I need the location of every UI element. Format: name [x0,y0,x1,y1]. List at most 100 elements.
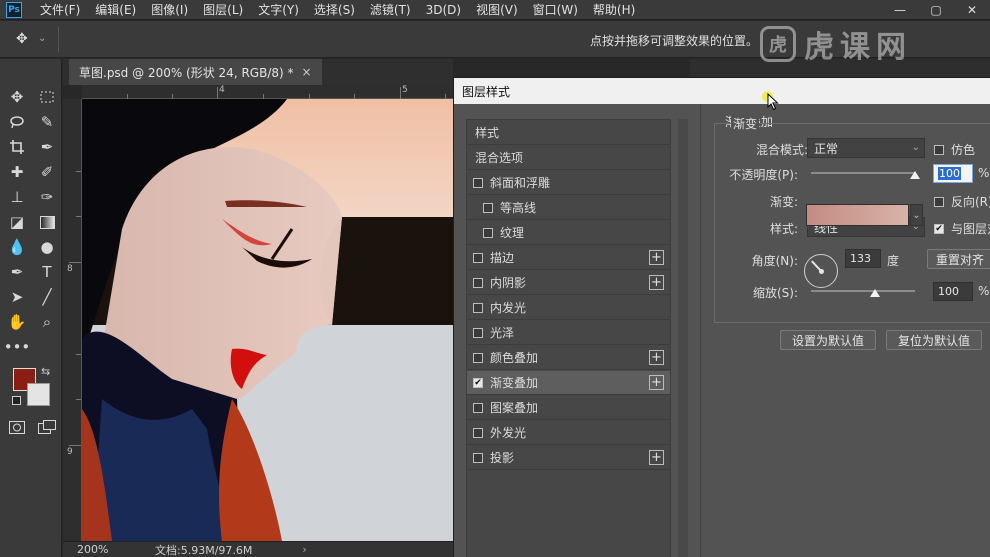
swap-colors-icon[interactable]: ⇆ [41,365,50,378]
align-checkbox[interactable]: ✔ [934,223,944,234]
style-checkbox[interactable] [473,427,483,438]
style-item[interactable]: 等高线 [467,196,670,220]
path-selection-tool-icon[interactable]: ➤ [6,286,28,308]
menu-select[interactable]: 选择(S) [314,1,355,18]
move-tool-icon[interactable]: ✥ [6,86,28,108]
gradient-tool-icon[interactable] [36,211,58,233]
menu-image[interactable]: 图像(I) [151,1,188,18]
document-tab[interactable]: 草图.psd @ 200% (形状 24, RGB/8) * × [69,59,322,85]
close-window-button[interactable]: ✕ [954,0,990,20]
chevron-right-icon[interactable]: › [302,543,306,556]
more-tools-icon[interactable]: ••• [4,336,31,358]
style-item[interactable]: 外发光 [467,421,670,445]
style-checkbox[interactable] [473,452,483,463]
scale-input[interactable]: 100 [933,282,973,301]
menu-filter[interactable]: 滤镜(T) [370,1,411,18]
style-list-scrollbar[interactable] [678,119,688,557]
pen-tool-icon[interactable]: ✒ [6,261,28,283]
line-tool-icon[interactable]: ╱ [36,286,58,308]
chevron-down-icon[interactable]: ⌄ [38,33,46,44]
hand-tool-icon[interactable]: ✋ [6,311,28,333]
magic-wand-tool-icon[interactable]: ✎ [36,111,58,133]
dialog-titlebar[interactable]: 图层样式 [454,78,990,104]
style-item[interactable]: 投影 + [467,446,670,470]
crop-tool-icon[interactable] [6,136,28,158]
style-item[interactable]: 描边 + [467,246,670,270]
opacity-slider[interactable] [811,172,915,174]
scale-slider[interactable] [811,290,915,292]
style-checkbox[interactable] [483,227,493,238]
gradient-swatch[interactable] [806,204,909,226]
zoom-level[interactable]: 200% [77,543,133,556]
style-checkbox[interactable] [473,352,483,363]
style-checkbox[interactable] [473,302,483,313]
style-item[interactable]: 纹理 [467,221,670,245]
blur-tool-icon[interactable]: 💧 [6,236,28,258]
style-checkbox[interactable] [473,252,483,263]
lasso-tool-icon[interactable] [6,111,28,133]
dodge-tool-icon[interactable]: ● [36,236,58,258]
add-style-plus-icon[interactable]: + [649,250,664,265]
eraser-tool-icon[interactable]: ◪ [6,211,28,233]
menu-3d[interactable]: 3D(D) [426,3,461,17]
style-item[interactable]: 颜色叠加 + [467,346,670,370]
style-item[interactable]: 图案叠加 [467,396,670,420]
style-item[interactable]: 内阴影 + [467,271,670,295]
style-checkbox[interactable]: ✔ [473,377,483,388]
style-checkbox[interactable] [473,177,483,188]
style-item[interactable]: 混合选项 [467,146,670,170]
angle-dial[interactable] [804,254,838,288]
eyedropper-tool-icon[interactable]: ✒ [36,136,58,158]
reset-align-button[interactable]: 重置对齐 [927,249,990,269]
minimize-button[interactable]: — [882,0,918,20]
menu-type[interactable]: 文字(Y) [258,1,299,18]
marquee-tool-icon[interactable] [36,86,58,108]
reverse-checkbox[interactable] [934,196,944,207]
brush-tool-icon[interactable]: ✐ [36,161,58,183]
dither-checkbox[interactable] [934,144,944,155]
style-item[interactable]: 样式 [467,121,670,145]
add-style-plus-icon[interactable]: + [649,450,664,465]
screen-mode-icon[interactable] [36,416,58,438]
menu-view[interactable]: 视图(V) [476,1,518,18]
make-default-button[interactable]: 设置为默认值 [780,330,876,350]
history-brush-tool-icon[interactable]: ✑ [36,186,58,208]
menu-file[interactable]: 文件(F) [40,1,80,18]
menu-window[interactable]: 窗口(W) [533,1,578,18]
style-item[interactable]: 斜面和浮雕 [467,171,670,195]
add-style-plus-icon[interactable]: + [649,375,664,390]
maximize-button[interactable]: ▢ [918,0,954,20]
type-tool-icon[interactable]: T [36,261,58,283]
default-colors-icon[interactable] [12,396,21,405]
background-color-swatch[interactable] [27,383,50,406]
menu-edit[interactable]: 编辑(E) [95,1,136,18]
quick-mask-icon[interactable] [6,416,28,438]
blend-mode-select[interactable]: 正常 ⌄ [807,138,925,158]
move-tool-preset-icon[interactable]: ✥ [16,31,28,47]
zoom-tool-icon[interactable]: ⌕ [36,311,58,333]
style-checkbox[interactable] [483,202,493,213]
angle-input[interactable]: 133 [845,249,881,268]
opacity-slider-thumb[interactable] [910,171,920,179]
style-item[interactable]: 内发光 [467,296,670,320]
add-style-plus-icon[interactable]: + [649,350,664,365]
reset-default-button[interactable]: 复位为默认值 [886,330,982,350]
style-item[interactable]: ✔ 渐变叠加 + [467,371,670,395]
align-with-layer-option[interactable]: ✔ 与图层对 [934,220,990,237]
healing-brush-tool-icon[interactable]: ✚ [6,161,28,183]
add-style-plus-icon[interactable]: + [649,275,664,290]
style-checkbox[interactable] [473,277,483,288]
document-canvas[interactable] [82,99,454,541]
scale-slider-thumb[interactable] [870,289,881,297]
close-tab-icon[interactable]: × [302,65,312,79]
clone-stamp-tool-icon[interactable]: ⊥ [6,186,28,208]
dither-option[interactable]: 仿色 [934,141,975,158]
style-checkbox[interactable] [473,327,483,338]
reverse-option[interactable]: 反向(R) [934,193,990,210]
gradient-picker-chevron-icon[interactable]: ⌄ [910,204,923,226]
style-item[interactable]: 光泽 [467,321,670,345]
opacity-input[interactable]: 100 [933,164,973,183]
menu-help[interactable]: 帮助(H) [593,1,635,18]
menu-layer[interactable]: 图层(L) [203,1,243,18]
style-checkbox[interactable] [473,402,483,413]
